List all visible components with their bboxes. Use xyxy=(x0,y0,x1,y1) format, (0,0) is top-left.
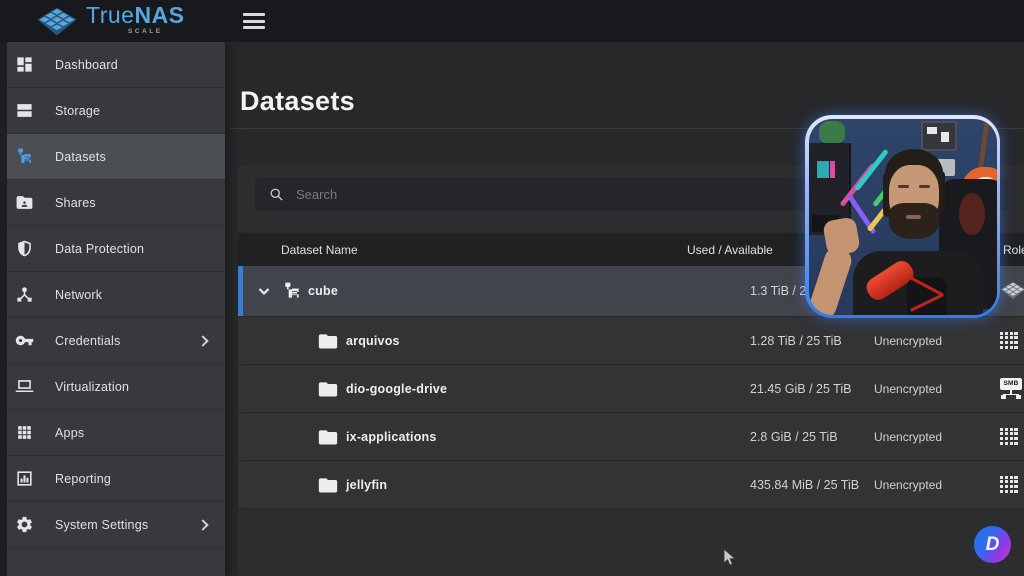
dataset-used: 435.84 MiB / 25 TiB xyxy=(750,478,859,492)
dataset-name: arquivos xyxy=(346,334,400,348)
top-bar: TrueNAS SCALE xyxy=(0,0,1024,42)
smb-share-icon: SMB xyxy=(1000,378,1022,400)
chevron-right-icon xyxy=(197,519,208,530)
chevron-right-icon xyxy=(197,335,208,346)
dataset-used: 1.28 TiB / 25 TiB xyxy=(750,334,842,348)
storage-icon xyxy=(15,101,34,120)
plant xyxy=(819,121,845,143)
encryption-status: Unencrypted xyxy=(874,430,942,444)
network-icon xyxy=(15,285,34,304)
sidebar-item-shares[interactable]: Shares xyxy=(0,180,225,226)
menu-hamburger-icon[interactable] xyxy=(243,13,265,29)
brand-text: TrueNAS SCALE xyxy=(86,4,185,36)
table-row-dio-google-drive[interactable]: dio-google-drive 21.45 GiB / 25 TiB Unen… xyxy=(238,365,1024,413)
sidebar-item-reporting[interactable]: Reporting xyxy=(0,456,225,502)
folder-icon xyxy=(318,332,338,349)
table-row-arquivos[interactable]: arquivos 1.28 TiB / 25 TiB Unencrypted xyxy=(238,317,1024,365)
key-icon xyxy=(15,331,34,350)
encryption-status: Unencrypted xyxy=(874,478,942,492)
webcam-scene xyxy=(809,119,997,315)
dataset-used: 21.45 GiB / 25 TiB xyxy=(750,382,851,396)
column-header-roles[interactable]: Roles xyxy=(1003,243,1024,257)
apps-icon xyxy=(15,423,34,442)
truenas-cube-icon xyxy=(1000,280,1022,302)
dataset-tree-icon xyxy=(282,281,302,301)
left-edge-strip xyxy=(0,42,7,576)
table-row-jellyfin[interactable]: jellyfin 435.84 MiB / 25 TiB Unencrypted xyxy=(238,461,1024,509)
table-row-ix-applications[interactable]: ix-applications 2.8 GiB / 25 TiB Unencry… xyxy=(238,413,1024,461)
webcam-overlay xyxy=(805,115,1000,318)
apps-grid-icon xyxy=(1000,426,1022,448)
folder-icon xyxy=(318,380,338,397)
smb-label: SMB xyxy=(1000,378,1022,390)
sidebar-item-virtualization[interactable]: Virtualization xyxy=(0,364,225,410)
laptop-icon xyxy=(15,377,34,396)
sidebar-item-network[interactable]: Network xyxy=(0,272,225,318)
sidebar-item-apps[interactable]: Apps xyxy=(0,410,225,456)
dataset-name: dio-google-drive xyxy=(346,382,447,396)
gear-icon xyxy=(15,515,34,534)
shared-folder-icon xyxy=(15,193,34,212)
collapse-chevron-icon[interactable] xyxy=(256,283,272,299)
apps-grid-icon xyxy=(1000,330,1022,352)
datasets-icon xyxy=(15,147,34,166)
sidebar-item-credentials[interactable]: Credentials xyxy=(0,318,225,364)
sidebar-item-data-protection[interactable]: Data Protection xyxy=(0,226,225,272)
search-icon xyxy=(269,187,284,202)
search-placeholder: Search xyxy=(296,187,337,202)
sidebar-item-dashboard[interactable]: Dashboard xyxy=(0,42,225,88)
truenas-logo[interactable]: TrueNAS SCALE xyxy=(36,4,185,37)
selected-row-stripe xyxy=(238,266,243,316)
apps-grid-icon xyxy=(1000,474,1022,496)
column-header-used-available[interactable]: Used / Available xyxy=(687,243,773,257)
brand-subtitle: SCALE xyxy=(128,29,185,36)
sidebar-item-storage[interactable]: Storage xyxy=(0,88,225,134)
dataset-name: jellyfin xyxy=(346,478,387,492)
page-title: Datasets xyxy=(240,86,355,117)
encryption-status: Unencrypted xyxy=(874,382,942,396)
shield-icon xyxy=(15,239,34,258)
folder-icon xyxy=(318,428,338,445)
bar-chart-icon xyxy=(15,469,34,488)
dashboard-icon xyxy=(15,55,34,74)
column-header-dataset-name[interactable]: Dataset Name xyxy=(281,243,358,257)
dataset-name: cube xyxy=(308,284,338,298)
sidebar-item-system-settings[interactable]: System Settings xyxy=(0,502,225,548)
sidebar-item-datasets[interactable]: Datasets xyxy=(0,134,225,180)
sidebar-nav: Dashboard Storage Datasets Shares Data P… xyxy=(0,42,225,576)
truenas-cube-icon xyxy=(36,6,78,37)
encryption-status: Unencrypted xyxy=(874,334,942,348)
truenas-app-window: TrueNAS SCALE Dashboard Storage Datasets… xyxy=(0,0,1024,576)
folder-icon xyxy=(318,476,338,493)
dataset-used: 2.8 GiB / 25 TiB xyxy=(750,430,838,444)
wall-frame xyxy=(921,121,957,151)
channel-d-logo: D xyxy=(974,526,1011,563)
dataset-name: ix-applications xyxy=(346,430,437,444)
